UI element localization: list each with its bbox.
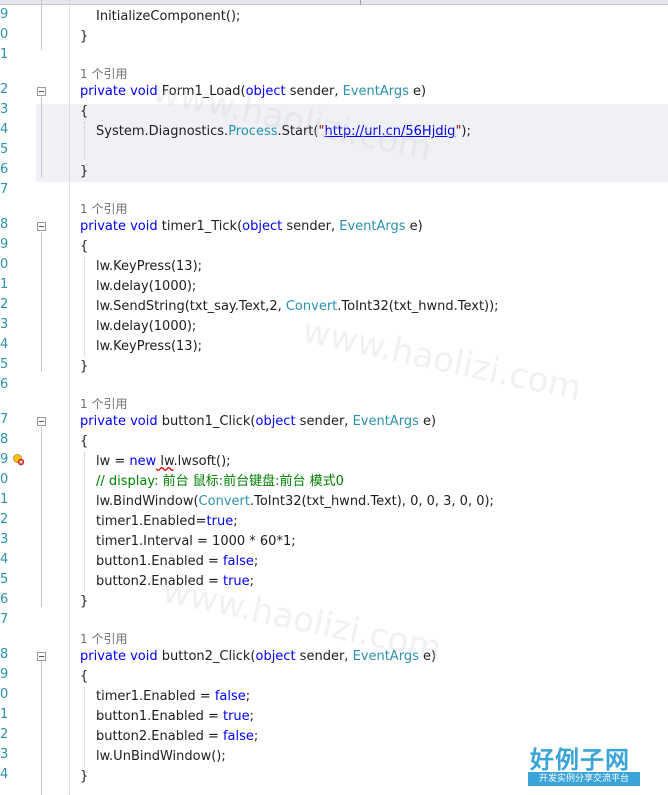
line-number: 6 — [0, 162, 9, 177]
code-line: lw.SendString(txt_say.Text,2, Convert.To… — [96, 299, 499, 314]
method-signature-button1-click: private void button1_Click(object sender… — [80, 414, 437, 429]
indent-guide — [84, 257, 85, 357]
code-comment: // display: 前台 鼠标:前台键盘:前台 模式0 — [96, 474, 344, 489]
line-number: 0 — [0, 27, 9, 42]
line-number: 0 — [0, 257, 9, 272]
line-number: 8 — [0, 647, 9, 662]
method-signature-timer1-tick: private void timer1_Tick(object sender, … — [80, 219, 423, 234]
line-number: 2 — [0, 727, 9, 742]
code-line: System.Diagnostics.Process.Start("http:/… — [96, 124, 471, 139]
url-link[interactable]: http://url.cn/56Hjdig — [324, 124, 455, 139]
line-number: 6 — [0, 377, 9, 392]
indent-guide — [69, 0, 70, 795]
line-number: 1 — [0, 492, 9, 507]
line-number: 1 — [0, 277, 9, 292]
code-line: button1.Enabled = false; — [96, 554, 259, 569]
line-number: 8 — [0, 217, 9, 232]
code-line: } — [80, 29, 89, 44]
codelens-reference-count[interactable]: 1 个引用 — [80, 199, 127, 219]
code-line: lw.KeyPress(13); — [96, 339, 203, 354]
code-line: timer1.Enabled=true; — [96, 514, 238, 529]
line-number: 2 — [0, 82, 9, 97]
code-line: lw.BindWindow(Convert.ToInt32(txt_hwnd.T… — [96, 494, 494, 509]
outline-line — [41, 97, 42, 177]
code-line: } — [80, 594, 89, 609]
code-line: button1.Enabled = true; — [96, 709, 255, 724]
watermark-text: www.haolizi.com — [298, 310, 585, 410]
line-number: 3 — [0, 102, 9, 117]
line-number: 9 — [0, 7, 9, 22]
line-number: 4 — [0, 767, 9, 782]
codelens-reference-count[interactable]: 1 个引用 — [80, 64, 127, 84]
line-number: 3 — [0, 747, 9, 762]
outline-line — [41, 662, 42, 795]
line-number: 7 — [0, 182, 9, 197]
line-number: 9 — [0, 237, 9, 252]
method-signature-form1-load: private void Form1_Load(object sender, E… — [80, 84, 427, 99]
collapse-form1-load-button[interactable] — [37, 87, 46, 96]
collapse-timer1-tick-button[interactable] — [37, 222, 46, 231]
code-line: button2.Enabled = false; — [96, 729, 259, 744]
code-line: lw.KeyPress(13); — [96, 259, 203, 274]
line-number: 3 — [0, 317, 9, 332]
line-number: 4 — [0, 552, 9, 567]
code-line: } — [80, 359, 89, 374]
code-line: { — [80, 104, 89, 119]
outline-line — [41, 427, 42, 607]
line-number: 5 — [0, 572, 9, 587]
line-number: 0 — [0, 687, 9, 702]
site-logo: 好例子网 开发实例分享交流平台 — [527, 740, 641, 788]
tab-separator — [360, 0, 361, 5]
collapse-button1-click-button[interactable] — [37, 417, 46, 426]
code-line: InitializeComponent(); — [96, 9, 241, 24]
line-number: 4 — [0, 122, 9, 137]
line-number: 0 — [0, 472, 9, 487]
code-line: lw.delay(1000); — [96, 319, 197, 334]
line-number: 8 — [0, 432, 9, 447]
method-signature-button2-click: private void button2_Click(object sender… — [80, 649, 437, 664]
code-line: lw = new lw.lwsoft(); — [96, 454, 231, 469]
code-line: button2.Enabled = true; — [96, 574, 255, 589]
line-number: 9 — [0, 667, 9, 682]
code-line: lw.UnBindWindow(); — [96, 749, 226, 764]
indent-guide — [84, 122, 85, 160]
code-line: lw.delay(1000); — [96, 279, 197, 294]
line-number: 7 — [0, 612, 9, 627]
breakpoint-warning-icon[interactable] — [13, 454, 25, 466]
code-line: { — [80, 669, 89, 684]
line-number: 4 — [0, 337, 9, 352]
logo-title: 好例子网 — [530, 746, 630, 774]
code-line: } — [80, 164, 89, 179]
line-number: 9 — [0, 452, 9, 467]
line-number: 1 — [0, 47, 9, 62]
code-line: timer1.Enabled = false; — [96, 689, 251, 704]
line-number: 1 — [0, 707, 9, 722]
document-tab-strip — [0, 0, 668, 5]
line-number: 2 — [0, 297, 9, 312]
code-line: } — [80, 769, 89, 784]
current-method-highlight — [36, 104, 668, 182]
logo-tagline: 开发实例分享交流平台 — [528, 772, 640, 786]
line-number: 6 — [0, 592, 9, 607]
codelens-reference-count[interactable]: 1 个引用 — [80, 629, 127, 649]
line-number: 5 — [0, 142, 9, 157]
outline-line — [41, 232, 42, 372]
outline-line — [41, 0, 42, 50]
line-number: 3 — [0, 532, 9, 547]
line-number: 2 — [0, 512, 9, 527]
code-line: { — [80, 434, 89, 449]
line-number: 5 — [0, 357, 9, 372]
codelens-reference-count[interactable]: 1 个引用 — [80, 394, 127, 414]
line-number-gutter: 9 0 1 2 3 4 5 6 7 8 9 0 1 2 3 4 5 6 7 8 … — [0, 0, 14, 795]
code-line: timer1.Interval = 1000 * 60*1; — [96, 534, 296, 549]
line-number: 7 — [0, 412, 9, 427]
indent-guide — [84, 452, 85, 592]
indent-guide — [84, 687, 85, 767]
collapse-button2-click-button[interactable] — [37, 652, 46, 661]
code-line: { — [80, 239, 89, 254]
